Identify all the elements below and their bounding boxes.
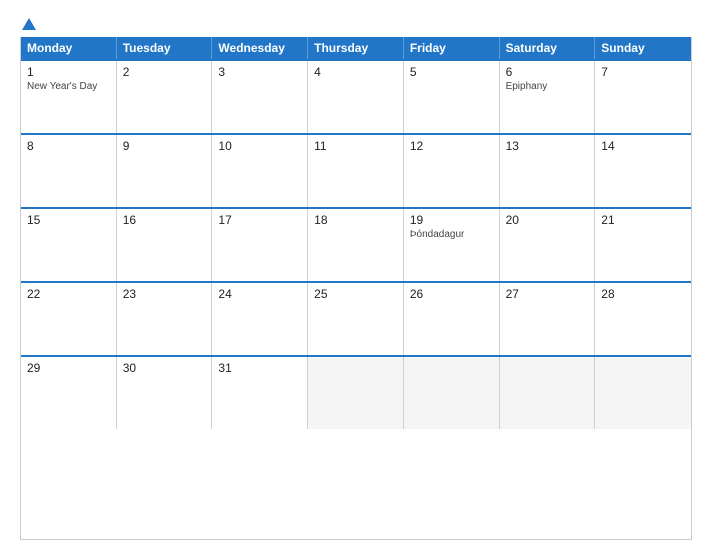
day-number: 7 xyxy=(601,65,685,79)
calendar-day-empty xyxy=(500,357,596,429)
logo-triangle-icon xyxy=(22,18,36,30)
calendar-day-25: 25 xyxy=(308,283,404,355)
calendar-page: MondayTuesdayWednesdayThursdayFridaySatu… xyxy=(0,0,712,550)
day-event: Epiphany xyxy=(506,81,589,92)
weekday-header-friday: Friday xyxy=(404,37,500,59)
day-number: 24 xyxy=(218,287,301,301)
calendar-day-23: 23 xyxy=(117,283,213,355)
calendar-day-20: 20 xyxy=(500,209,596,281)
day-number: 18 xyxy=(314,213,397,227)
day-number: 13 xyxy=(506,139,589,153)
day-number: 1 xyxy=(27,65,110,79)
calendar-day-13: 13 xyxy=(500,135,596,207)
calendar-week-2: 89 10 11 12 13 14 xyxy=(21,133,691,207)
day-number: 4 xyxy=(314,65,397,79)
calendar-week-5: 29 30 31 xyxy=(21,355,691,429)
calendar-day-28: 28 xyxy=(595,283,691,355)
day-number: 30 xyxy=(123,361,206,375)
day-event: Þóndadagur xyxy=(410,229,493,240)
calendar-day-3: 3 xyxy=(212,61,308,133)
calendar-day-31: 31 xyxy=(212,357,308,429)
day-number: 26 xyxy=(410,287,493,301)
day-event: New Year's Day xyxy=(27,81,110,92)
day-number: 25 xyxy=(314,287,397,301)
calendar-day-9: 9 xyxy=(117,135,213,207)
day-number: 20 xyxy=(506,213,589,227)
calendar-day-17: 17 xyxy=(212,209,308,281)
day-number: 3 xyxy=(218,65,301,79)
day-number: 10 xyxy=(218,139,301,153)
day-number: 9 xyxy=(123,139,206,153)
day-number: 23 xyxy=(123,287,206,301)
day-number: 31 xyxy=(218,361,301,375)
calendar-day-19: 19 Þóndadagur xyxy=(404,209,500,281)
calendar-day-27: 27 xyxy=(500,283,596,355)
calendar-day-2: 2 xyxy=(117,61,213,133)
day-number: 15 xyxy=(27,213,110,227)
calendar-day-empty xyxy=(308,357,404,429)
day-number: 22 xyxy=(27,287,110,301)
calendar-day-1: 1 New Year's Day xyxy=(21,61,117,133)
calendar-week-4: 22 23 24 25 26 27 28 xyxy=(21,281,691,355)
calendar-day-12: 12 xyxy=(404,135,500,207)
calendar-day-29: 29 xyxy=(21,357,117,429)
calendar-day-empty xyxy=(404,357,500,429)
calendar-day-14: 14 xyxy=(595,135,691,207)
day-number: 11 xyxy=(314,139,397,153)
calendar-day-30: 30 xyxy=(117,357,213,429)
day-number: 16 xyxy=(123,213,206,227)
calendar-day-15: 15 xyxy=(21,209,117,281)
logo xyxy=(20,18,36,31)
day-number: 19 xyxy=(410,213,493,227)
logo-blue-text xyxy=(20,18,36,31)
calendar-day-8: 8 xyxy=(21,135,117,207)
calendar-day-18: 18 xyxy=(308,209,404,281)
calendar-weekday-header: MondayTuesdayWednesdayThursdayFridaySatu… xyxy=(21,37,691,59)
calendar-body: 1New Year's Day23456Epiphany789101112131… xyxy=(21,59,691,429)
calendar-day-empty xyxy=(595,357,691,429)
weekday-header-wednesday: Wednesday xyxy=(212,37,308,59)
day-number: 14 xyxy=(601,139,685,153)
day-number: 17 xyxy=(218,213,301,227)
calendar-day-26: 26 xyxy=(404,283,500,355)
calendar-day-7: 7 xyxy=(595,61,691,133)
day-number: 8 xyxy=(27,139,110,153)
day-number: 27 xyxy=(506,287,589,301)
calendar-day-10: 10 xyxy=(212,135,308,207)
day-number: 5 xyxy=(410,65,493,79)
calendar-day-22: 22 xyxy=(21,283,117,355)
calendar-day-5: 5 xyxy=(404,61,500,133)
weekday-header-monday: Monday xyxy=(21,37,117,59)
calendar: MondayTuesdayWednesdayThursdayFridaySatu… xyxy=(20,37,692,540)
weekday-header-sunday: Sunday xyxy=(595,37,691,59)
day-number: 21 xyxy=(601,213,685,227)
calendar-week-3: 15 16 17 18 19 Þóndadagur 20 21 xyxy=(21,207,691,281)
day-number: 12 xyxy=(410,139,493,153)
calendar-day-24: 24 xyxy=(212,283,308,355)
day-number: 2 xyxy=(123,65,206,79)
calendar-day-16: 16 xyxy=(117,209,213,281)
calendar-day-6: 6 Epiphany xyxy=(500,61,596,133)
calendar-header xyxy=(20,18,692,31)
day-number: 28 xyxy=(601,287,685,301)
day-number: 29 xyxy=(27,361,110,375)
weekday-header-saturday: Saturday xyxy=(500,37,596,59)
calendar-day-4: 4 xyxy=(308,61,404,133)
weekday-header-tuesday: Tuesday xyxy=(117,37,213,59)
weekday-header-thursday: Thursday xyxy=(308,37,404,59)
calendar-day-21: 21 xyxy=(595,209,691,281)
calendar-day-11: 11 xyxy=(308,135,404,207)
day-number: 6 xyxy=(506,65,589,79)
calendar-week-1: 1 New Year's Day 23456 Epiphany 7 xyxy=(21,59,691,133)
